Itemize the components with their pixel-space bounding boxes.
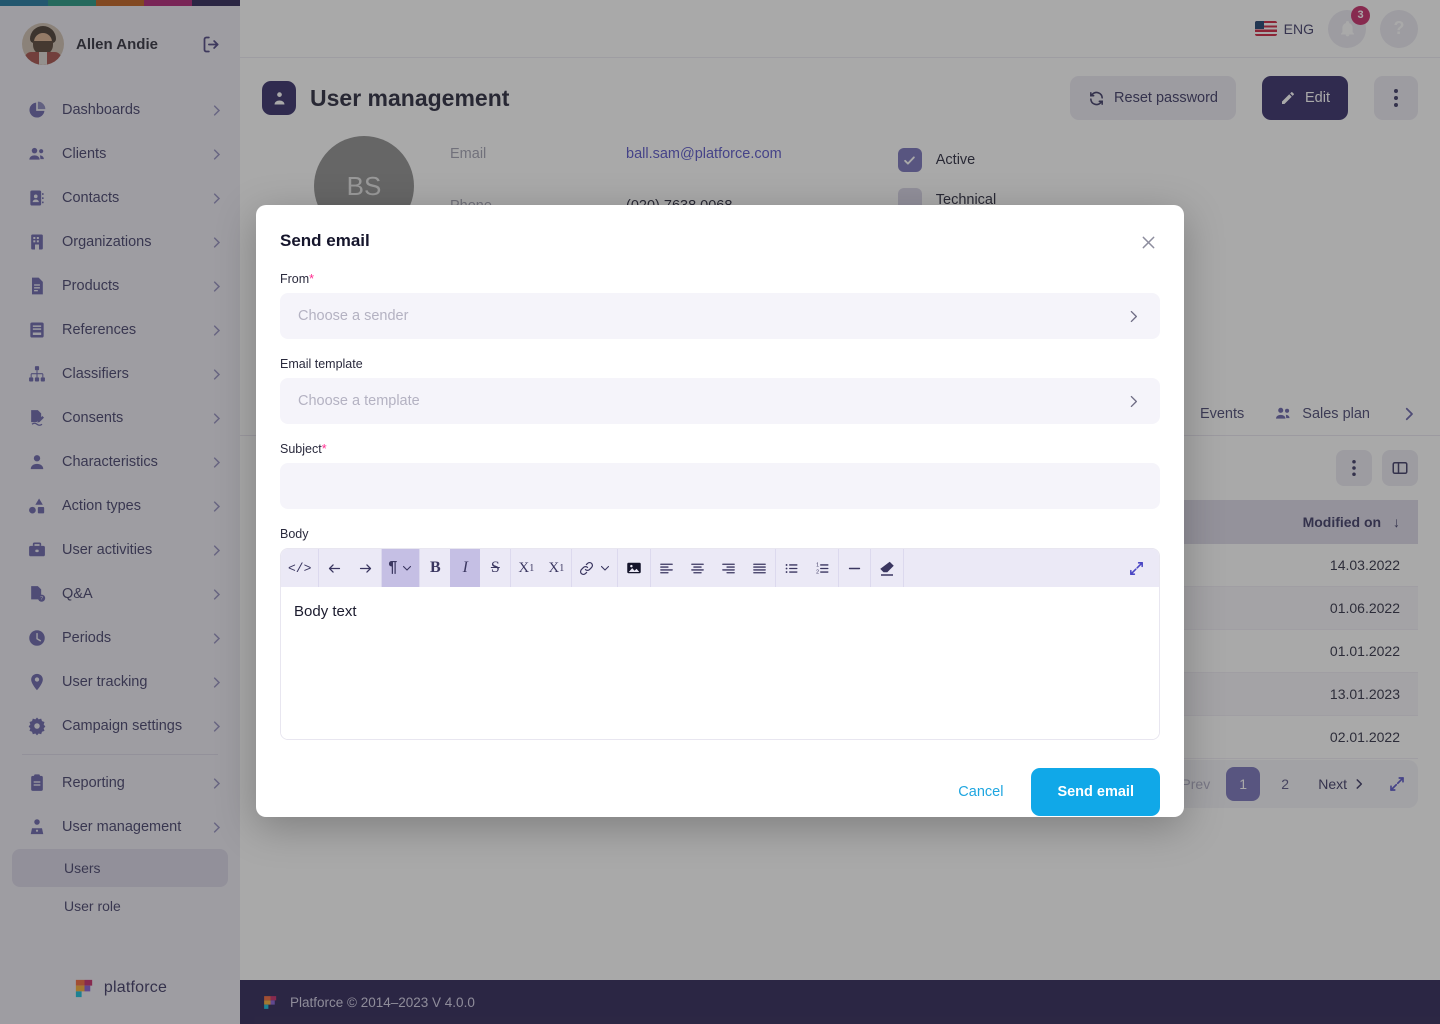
toolbar-group-history (319, 549, 383, 587)
subject-label: Subject* (280, 442, 327, 456)
dialog-actions: Cancel Send email (280, 740, 1160, 816)
subscript-icon[interactable]: X1 (541, 549, 571, 587)
toolbar-group-align (651, 549, 777, 587)
paragraph-icon: ¶ (388, 559, 398, 576)
cancel-button[interactable]: Cancel (944, 776, 1017, 808)
subject-field-group: Subject* (280, 442, 1160, 509)
template-field-group: Email template Choose a template (280, 357, 1160, 424)
body-field-group: Body </> ¶ B I S X 1 X 1 1 2 Body text (280, 527, 1160, 740)
required-marker: * (309, 272, 315, 286)
chevron-down-icon (403, 565, 412, 571)
link-icon (580, 561, 594, 575)
paragraph-format-dropdown[interactable]: ¶ (382, 549, 420, 587)
align-center-icon[interactable] (682, 549, 713, 587)
from-label: From* (280, 272, 315, 286)
template-placeholder: Choose a template (298, 393, 420, 409)
toolbar-group-clear (871, 549, 905, 587)
toolbar-group-style: B I S (420, 549, 512, 587)
template-label: Email template (280, 357, 363, 371)
insert-image-icon[interactable] (618, 549, 650, 587)
app-root: ENG 3 ? User management Reset password E… (0, 0, 1440, 1024)
subject-input[interactable] (280, 463, 1160, 509)
close-button[interactable] (1137, 231, 1160, 254)
chevron-right-icon (1125, 393, 1142, 410)
toolbar-group-script: X1 X1 (511, 549, 573, 587)
toolbar-group-image (618, 549, 652, 587)
insert-link-dropdown[interactable] (572, 549, 617, 587)
source-code-icon[interactable]: </> (281, 549, 318, 587)
bold-icon[interactable]: B (420, 549, 450, 587)
clear-formatting-icon[interactable] (871, 549, 903, 587)
close-icon (1142, 236, 1155, 249)
from-placeholder: Choose a sender (298, 308, 409, 324)
dialog-header: Send email (280, 227, 1160, 272)
numbered-list-icon[interactable]: 12 (807, 549, 838, 587)
send-email-dialog: Send email From* Choose a sender Email t… (256, 205, 1184, 817)
svg-text:1: 1 (816, 562, 819, 568)
chevron-right-icon (1125, 308, 1142, 325)
strikethrough-icon[interactable]: S (480, 549, 510, 587)
from-field-group: From* Choose a sender (280, 272, 1160, 339)
toolbar-group-lists: 12 (776, 549, 840, 587)
body-label: Body (280, 527, 309, 541)
align-left-icon[interactable] (651, 549, 682, 587)
required-marker: * (321, 442, 327, 456)
editor-toolbar: </> ¶ B I S X 1 X 1 1 2 (281, 549, 1159, 587)
bulleted-list-icon[interactable] (776, 549, 807, 587)
horizontal-rule-icon[interactable] (839, 549, 870, 587)
from-select[interactable]: Choose a sender (280, 293, 1160, 339)
send-email-button[interactable]: Send email (1031, 768, 1160, 816)
align-right-icon[interactable] (713, 549, 744, 587)
toolbar-group-link (572, 549, 619, 587)
toolbar-group-paragraph: ¶ (382, 549, 421, 587)
rich-text-editor: </> ¶ B I S X 1 X 1 1 2 Body text (280, 548, 1160, 740)
italic-icon[interactable]: I (450, 549, 481, 587)
email-template-select[interactable]: Choose a template (280, 378, 1160, 424)
superscript-icon[interactable]: X1 (511, 549, 541, 587)
align-justify-icon[interactable] (744, 549, 775, 587)
toolbar-group-source: </> (281, 549, 320, 587)
dialog-title: Send email (280, 231, 370, 250)
editor-fullscreen-button[interactable] (1121, 549, 1159, 587)
svg-text:2: 2 (816, 569, 819, 575)
redo-icon[interactable] (350, 549, 381, 587)
toolbar-group-rule (839, 549, 872, 587)
expand-icon (1130, 561, 1143, 575)
chevron-down-icon (601, 565, 610, 571)
editor-content[interactable]: Body text (281, 587, 1159, 739)
undo-icon[interactable] (319, 549, 350, 587)
